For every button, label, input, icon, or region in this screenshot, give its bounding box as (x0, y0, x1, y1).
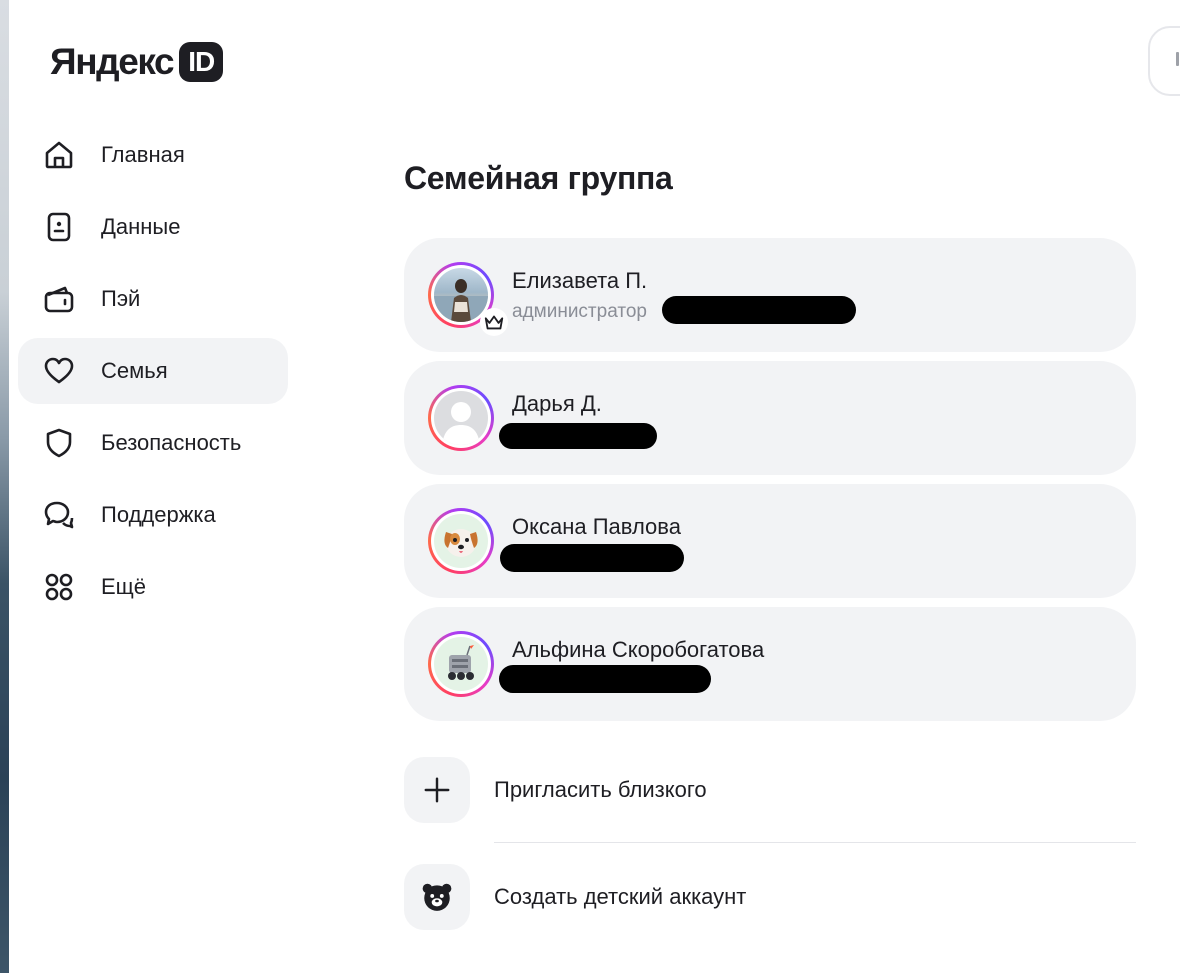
home-icon (42, 138, 76, 172)
sidebar-item-label: Данные (101, 214, 181, 239)
family-member-card[interactable]: Альфина Скоробогатова (404, 607, 1136, 721)
invite-family-button[interactable]: Пригласить близкого (404, 757, 707, 823)
default-user-avatar (434, 391, 488, 445)
redaction-mark (662, 296, 856, 324)
dog-avatar (434, 514, 488, 568)
plus-icon (404, 757, 470, 823)
avatar (428, 385, 494, 451)
invite-family-label: Пригласить близкого (494, 777, 707, 802)
member-role: администратор (512, 301, 647, 322)
logo-word: Яндекс (50, 41, 175, 82)
id-card-icon (42, 210, 76, 244)
sidebar-item-data[interactable]: Данные (18, 194, 288, 260)
member-name: Елизавета П. (512, 268, 648, 293)
yandex-id-logo[interactable]: Яндекс ID (50, 41, 224, 82)
family-member-card[interactable]: Оксана Павлова (404, 484, 1136, 598)
chat-icon (42, 498, 76, 532)
logo-badge: ID (179, 42, 224, 82)
redaction-mark (500, 544, 684, 572)
sidebar-item-support[interactable]: Поддержка (18, 482, 288, 548)
avatar (428, 508, 494, 574)
member-name: Оксана Павлова (512, 514, 681, 539)
shield-icon (42, 426, 76, 460)
sidebar-item-label: Пэй (101, 286, 141, 311)
sidebar-item-security[interactable]: Безопасность (18, 410, 288, 476)
sidebar-item-family[interactable]: Семья (18, 338, 288, 404)
sidebar-item-label: Семья (101, 358, 168, 383)
heart-icon (42, 354, 76, 388)
grid-icon (42, 570, 76, 604)
create-child-account-button[interactable]: Создать детский аккаунт (404, 864, 746, 930)
member-name: Дарья Д. (512, 391, 602, 416)
sidebar-item-label: Главная (101, 142, 185, 167)
crown-icon (480, 308, 508, 336)
page-title: Семейная группа (404, 160, 673, 196)
wallet-icon (42, 282, 76, 316)
sidebar-nav: Главная Данные Пэй Семья Безопасность По… (18, 122, 288, 626)
family-member-card[interactable]: Дарья Д. (404, 361, 1136, 475)
divider (494, 842, 1136, 843)
sidebar-item-home[interactable]: Главная (18, 122, 288, 188)
create-child-account-label: Создать детский аккаунт (494, 884, 747, 909)
bear-icon (404, 864, 470, 930)
sidebar-item-pay[interactable]: Пэй (18, 266, 288, 332)
robot-avatar (434, 637, 488, 691)
sidebar-item-more[interactable]: Ещё (18, 554, 288, 620)
sidebar-item-label: Безопасность (101, 430, 242, 455)
background-edge (0, 0, 9, 973)
photo-avatar (434, 268, 488, 322)
profile-button-mark (1176, 52, 1179, 66)
redaction-mark (499, 665, 711, 693)
member-name: Альфина Скоробогатова (512, 637, 765, 662)
family-members-list: Елизавета П. администратор Дарья Д. Окса… (404, 238, 1136, 730)
sidebar-item-label: Ещё (101, 574, 147, 599)
redaction-mark (499, 423, 657, 449)
family-member-card[interactable]: Елизавета П. администратор (404, 238, 1136, 352)
avatar (428, 631, 494, 697)
sidebar-item-label: Поддержка (101, 502, 216, 527)
